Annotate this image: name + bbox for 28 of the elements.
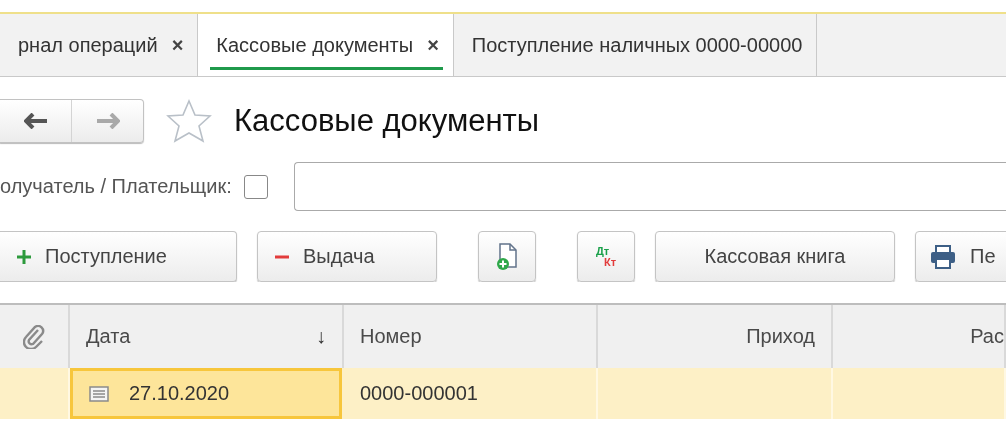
tab[interactable]: Кассовые документы × xyxy=(198,14,454,76)
document-icon xyxy=(89,385,109,402)
minus-icon xyxy=(275,254,289,259)
left-arrow-icon xyxy=(23,113,48,129)
new-document-button[interactable] xyxy=(478,231,536,282)
close-icon[interactable]: × xyxy=(427,33,439,57)
add-button[interactable]: Поступление xyxy=(0,231,237,282)
table-row[interactable]: 27.10.2020 0000-000001 xyxy=(0,368,1006,419)
star-icon[interactable] xyxy=(166,99,212,143)
close-icon[interactable]: × xyxy=(171,33,184,57)
cell-text: 27.10.2020 xyxy=(129,382,230,405)
input-field[interactable] xyxy=(293,162,1006,211)
print-button[interactable]: Пе xyxy=(915,231,1006,282)
printer-icon xyxy=(930,244,956,269)
debit-credit-button[interactable]: Дт Кт xyxy=(577,231,635,282)
cell-text: 0000-000001 xyxy=(360,382,478,405)
plus-icon xyxy=(17,249,31,264)
paperclip-icon xyxy=(23,324,45,349)
header-label: Дата xyxy=(86,325,131,348)
cash-book-button[interactable]: Кассовая книга xyxy=(655,231,895,282)
remove-button[interactable]: Выдача xyxy=(257,231,437,282)
page-title: Кассовые документы xyxy=(234,103,540,139)
checkbox[interactable] xyxy=(243,174,268,199)
right-arrow-icon xyxy=(95,113,120,129)
field-label: олучатель / Плательщик: xyxy=(0,175,232,198)
debit-credit-icon: Дт Кт xyxy=(595,245,617,268)
sort-arrow-icon: ↓ xyxy=(316,325,326,348)
document-plus-icon xyxy=(496,242,518,271)
